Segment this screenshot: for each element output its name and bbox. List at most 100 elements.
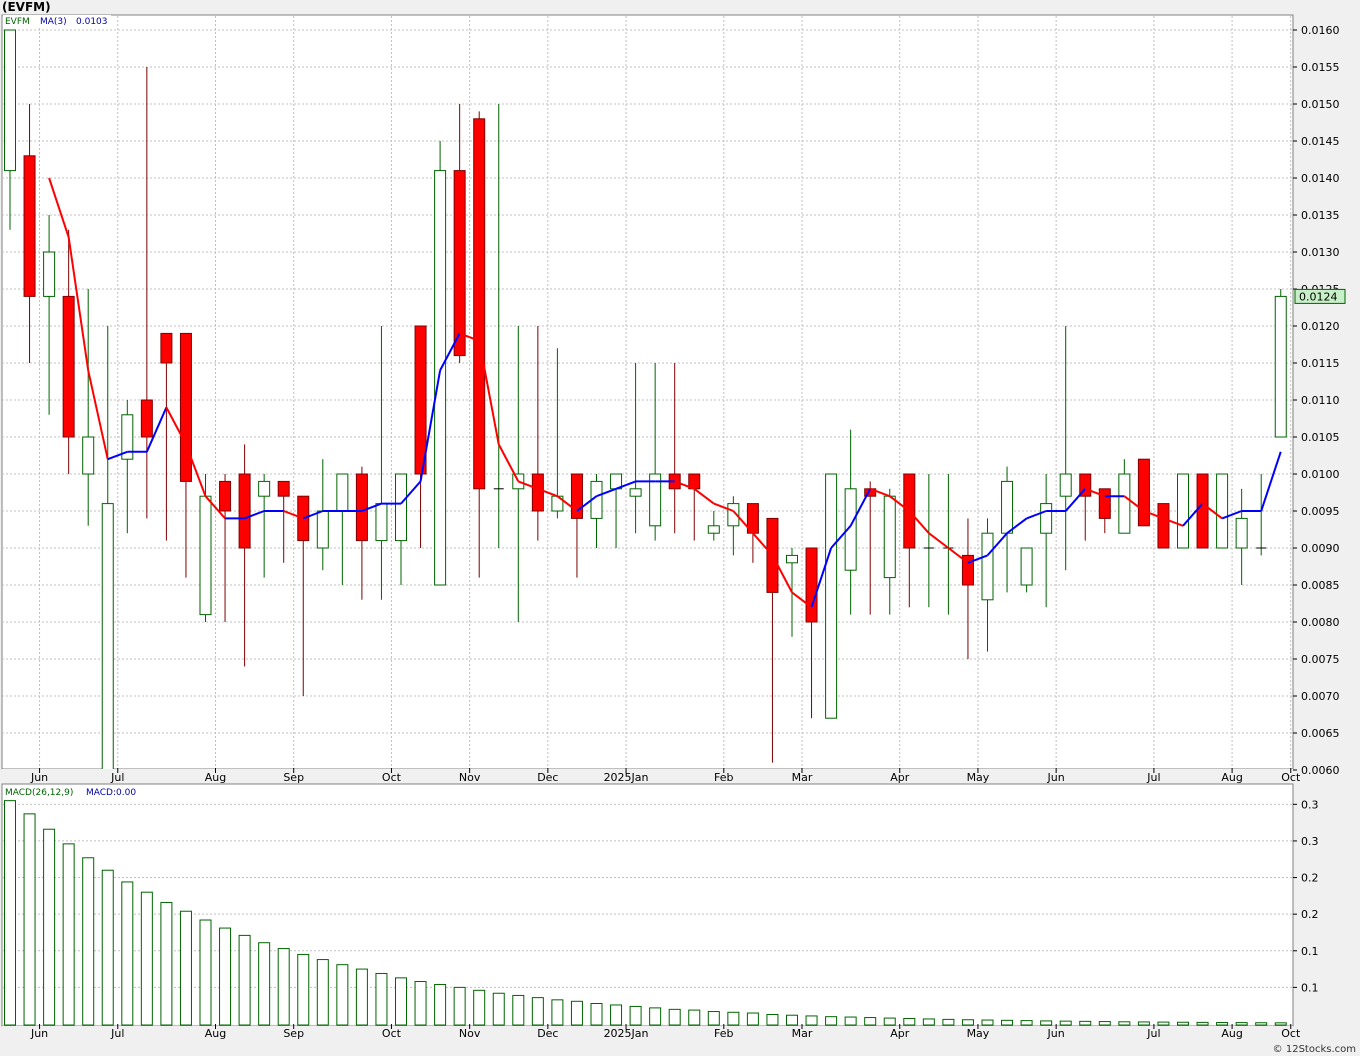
macd-bar [336,964,349,1026]
y-tick-label: 0.0070 [1301,690,1340,703]
x-tick-label: Jul [110,1027,124,1040]
last-price-label: 0.0124 [1299,290,1338,303]
x-tick-label: 2025Jan [604,771,649,784]
macd-tick-label: 0.3 [1301,835,1319,848]
macd-bar [316,959,329,1026]
macd-bar [62,843,75,1026]
y-tick-label: 0.0090 [1301,542,1340,555]
x-tick-label: Dec [537,771,558,784]
y-tick-label: 0.0075 [1301,653,1340,666]
candle-body [883,495,896,579]
macd-bar [883,1017,896,1026]
macd-bar [629,1005,642,1026]
y-tick-label: 0.0140 [1301,172,1340,185]
x-tick-label: Nov [459,1027,481,1040]
macd-tick-label: 0.2 [1301,872,1319,885]
footer-credit: © 12Stocks.com [1272,1044,1356,1055]
x-tick-label: Oct [382,771,402,784]
y-tick-label: 0.0085 [1301,579,1340,592]
macd-bar [4,800,16,1026]
x-tick-label: Apr [890,771,910,784]
macd-bar [395,977,407,1026]
last-price-marker: 0.0124 [1294,288,1346,304]
macd-bar [746,1012,759,1026]
candle-body [62,295,75,438]
macd-bar [1255,1022,1268,1026]
y-tick-label: 0.0105 [1301,431,1340,444]
candle-body [473,118,486,490]
x-tick-label: Jun [1047,1027,1065,1040]
x-tick-label: Apr [890,1027,910,1040]
macd-bar [688,1009,701,1026]
macd-bar [1001,1019,1014,1026]
x-tick-label: Dec [537,1027,558,1040]
x-tick-label: May [967,1027,990,1040]
y-tick-label: 0.0135 [1301,209,1340,222]
candle-body [199,495,212,616]
macd-bar [551,999,564,1026]
macd-tick-label: 0.1 [1301,945,1319,958]
candle-body [1216,473,1229,549]
macd-bar [160,901,173,1026]
macd-legend: MACD(26,12,9) MACD:0.00 [3,785,141,798]
candle-body [316,510,329,549]
candle-body [219,480,232,512]
macd-bar [825,1016,838,1026]
x-tick-label: Sep [283,771,304,784]
y-tick-label: 0.0150 [1301,98,1340,111]
candle-body [570,473,583,519]
macd-bar [1216,1022,1229,1026]
candle-body [1059,473,1072,497]
macd-legend-label: MACD(26,12,9) [5,788,73,798]
candle [1177,473,1189,549]
candle-body [395,473,407,542]
macd-bar [844,1016,857,1026]
macd-bar [727,1011,740,1026]
x-tick-label: Oct [1281,1027,1301,1040]
candle-body [786,554,798,564]
candle-body [336,473,349,512]
macd-bar [903,1018,916,1026]
macd-bar [23,813,36,1026]
macd-bar [668,1008,681,1026]
macd-bar [1274,1022,1287,1026]
macd-bar [1137,1021,1150,1026]
macd-bar [179,910,192,1026]
y-tick-label: 0.0060 [1301,764,1340,777]
candle-body [1137,458,1150,527]
candle [825,473,838,719]
candle-body [140,399,153,438]
candle-body [1001,480,1014,534]
candle-body [707,525,720,534]
x-tick-label: Jul [1146,1027,1160,1040]
candle-body [258,480,271,497]
legend-ma-label: MA(3) [40,17,67,27]
macd-tick-label: 0.1 [1301,981,1319,994]
x-tick-label: Aug [205,1027,226,1040]
candle-body [1196,473,1209,549]
macd-bar [922,1018,935,1026]
x-tick-label: Aug [205,771,226,784]
macd-bar [355,968,368,1026]
candle-body [981,532,994,601]
x-tick-label: Jun [30,771,48,784]
macd-bar [43,828,56,1026]
x-tick-label: Aug [1221,771,1242,784]
macd-bar [1177,1021,1189,1026]
candle-body [179,332,192,482]
candle-body [101,503,114,771]
macd-bar [82,857,95,1026]
macd-bar [707,1011,720,1026]
macd-panel [1,783,1294,1027]
y-tick-label: 0.0155 [1301,61,1340,74]
macd-bar [805,1015,818,1026]
x-tick-label: Jun [30,1027,48,1040]
candle [1274,289,1287,438]
y-tick-label: 0.0130 [1301,246,1340,259]
price-y-axis: 0.0160 0.0155 0.0150 0.0145 0.0140 0.0135 0.01… [1293,24,1340,777]
x-tick-label: Oct [382,1027,402,1040]
y-tick-label: 0.0100 [1301,468,1340,481]
candle-body [1235,517,1248,549]
candle-body [1177,473,1189,549]
x-tick-label: 2025Jan [604,1027,649,1040]
